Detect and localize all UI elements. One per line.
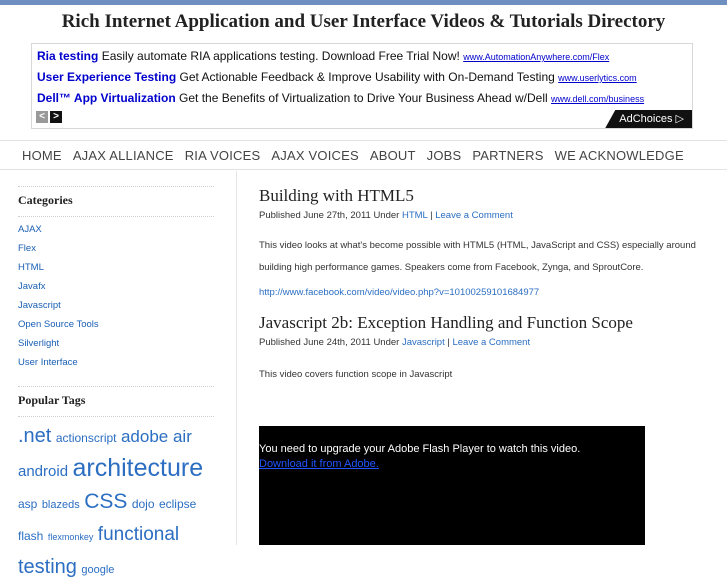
ad-text: Get the Benefits of Virtualization to Dr… bbox=[179, 91, 548, 105]
post-body: This video covers function scope in Java… bbox=[259, 369, 453, 380]
tag-link[interactable]: testing bbox=[18, 556, 77, 578]
chevron-left-icon[interactable]: < bbox=[36, 111, 48, 123]
tag-link[interactable]: android bbox=[18, 463, 68, 480]
category-link[interactable]: Javascript bbox=[18, 296, 214, 315]
category-link[interactable]: User Interface bbox=[18, 353, 214, 372]
category-link[interactable]: HTML bbox=[18, 258, 214, 277]
divider bbox=[18, 216, 214, 217]
divider bbox=[18, 186, 214, 187]
ad-text: Easily automate RIA applications testing… bbox=[101, 49, 460, 63]
flash-video-player[interactable]: You need to upgrade your Adobe Flash Pla… bbox=[259, 426, 645, 545]
sidebar: Categories AJAX Flex HTML Javafx Javascr… bbox=[18, 186, 214, 585]
leave-comment-link[interactable]: Leave a Comment bbox=[435, 210, 513, 221]
ad-headline[interactable]: Dell™ App Virtualization bbox=[37, 91, 176, 105]
nav-item-jobs[interactable]: JOBS bbox=[427, 148, 462, 163]
nav-item-we-acknowledge[interactable]: WE ACKNOWLEDGE bbox=[555, 148, 684, 163]
tag-link[interactable]: adobe air bbox=[121, 427, 192, 446]
tag-cloud: .net actionscript adobe air android arch… bbox=[18, 421, 214, 585]
nav-item-home[interactable]: HOME bbox=[22, 148, 62, 163]
post-date: Published June 27th, 2011 Under bbox=[259, 210, 402, 221]
tag-link[interactable]: google bbox=[81, 564, 114, 576]
leave-comment-link[interactable]: Leave a Comment bbox=[452, 337, 530, 348]
ad-text: Get Actionable Feedback & Improve Usabil… bbox=[179, 70, 555, 84]
tag-link[interactable]: actionscript bbox=[56, 431, 117, 445]
post-body: This video looks at what's become possib… bbox=[259, 240, 696, 273]
nav-item-ajax-voices[interactable]: AJAX VOICES bbox=[271, 148, 358, 163]
post-meta: Published June 24th, 2011 Under Javascri… bbox=[259, 337, 699, 348]
popular-tags-heading: Popular Tags bbox=[18, 393, 86, 407]
tag-link[interactable]: flexmonkey bbox=[48, 532, 94, 542]
post: Building with HTML5 Published June 27th,… bbox=[259, 186, 699, 298]
flash-upgrade-message: You need to upgrade your Adobe Flash Pla… bbox=[259, 443, 581, 455]
post-title[interactable]: Javascript 2b: Exception Handling and Fu… bbox=[259, 313, 699, 333]
category-link[interactable]: Silverlight bbox=[18, 334, 214, 353]
ad-headline[interactable]: Ria testing bbox=[37, 49, 98, 63]
post: Javascript 2b: Exception Handling and Fu… bbox=[259, 313, 699, 386]
main-nav: HOME AJAX ALLIANCE RIA VOICES AJAX VOICE… bbox=[0, 140, 727, 170]
nav-item-about[interactable]: ABOUT bbox=[370, 148, 416, 163]
flash-download-link[interactable]: Download it from Adobe. bbox=[259, 458, 379, 470]
post-list: Building with HTML5 Published June 27th,… bbox=[259, 186, 699, 386]
ad-pager: < > bbox=[36, 111, 62, 123]
adchoices-button[interactable]: AdChoices ▷ bbox=[605, 110, 692, 128]
post-video-link[interactable]: http://www.facebook.com/video/video.php?… bbox=[259, 287, 699, 298]
post-category-link[interactable]: Javascript bbox=[402, 337, 445, 348]
ad-headline[interactable]: User Experience Testing bbox=[37, 70, 176, 84]
category-link[interactable]: Open Source Tools bbox=[18, 315, 214, 334]
ad-line-3[interactable]: Dell™ App Virtualization Get the Benefit… bbox=[37, 91, 644, 105]
categories-heading: Categories bbox=[18, 193, 73, 207]
divider bbox=[18, 386, 214, 387]
post-date: Published June 24th, 2011 Under bbox=[259, 337, 402, 348]
tag-link[interactable]: CSS bbox=[84, 490, 127, 513]
ad-box: Ria testing Easily automate RIA applicat… bbox=[31, 43, 693, 129]
tag-link[interactable]: asp bbox=[18, 497, 37, 511]
tag-link[interactable]: eclipse bbox=[159, 497, 196, 511]
site-title[interactable]: Rich Internet Application and User Inter… bbox=[0, 11, 727, 33]
post-meta: Published June 27th, 2011 Under HTML | L… bbox=[259, 210, 699, 221]
ad-line-2[interactable]: User Experience Testing Get Actionable F… bbox=[37, 70, 637, 84]
tag-link[interactable]: blazeds bbox=[42, 499, 80, 511]
category-link[interactable]: AJAX bbox=[18, 220, 214, 239]
nav-item-ajax-alliance[interactable]: AJAX ALLIANCE bbox=[73, 148, 174, 163]
chevron-right-icon[interactable]: > bbox=[50, 111, 62, 123]
tag-link[interactable]: .net bbox=[18, 425, 51, 447]
tag-link[interactable]: flash bbox=[18, 529, 43, 543]
column-divider bbox=[236, 171, 237, 545]
category-link[interactable]: Javafx bbox=[18, 277, 214, 296]
ad-url[interactable]: www.userlytics.com bbox=[558, 73, 637, 83]
post-title[interactable]: Building with HTML5 bbox=[259, 186, 699, 206]
ad-url[interactable]: www.dell.com/business bbox=[551, 94, 644, 104]
tag-link[interactable]: architecture bbox=[73, 454, 204, 482]
ad-line-1[interactable]: Ria testing Easily automate RIA applicat… bbox=[37, 49, 609, 63]
tag-link[interactable]: dojo bbox=[132, 497, 155, 511]
category-link[interactable]: Flex bbox=[18, 239, 214, 258]
top-accent-bar bbox=[0, 0, 727, 5]
post-category-link[interactable]: HTML bbox=[402, 210, 428, 221]
divider bbox=[18, 416, 214, 417]
nav-item-ria-voices[interactable]: RIA VOICES bbox=[185, 148, 261, 163]
ad-url[interactable]: www.AutomationAnywhere.com/Flex bbox=[463, 52, 609, 62]
tag-link[interactable]: functional bbox=[98, 524, 179, 545]
nav-item-partners[interactable]: PARTNERS bbox=[472, 148, 543, 163]
